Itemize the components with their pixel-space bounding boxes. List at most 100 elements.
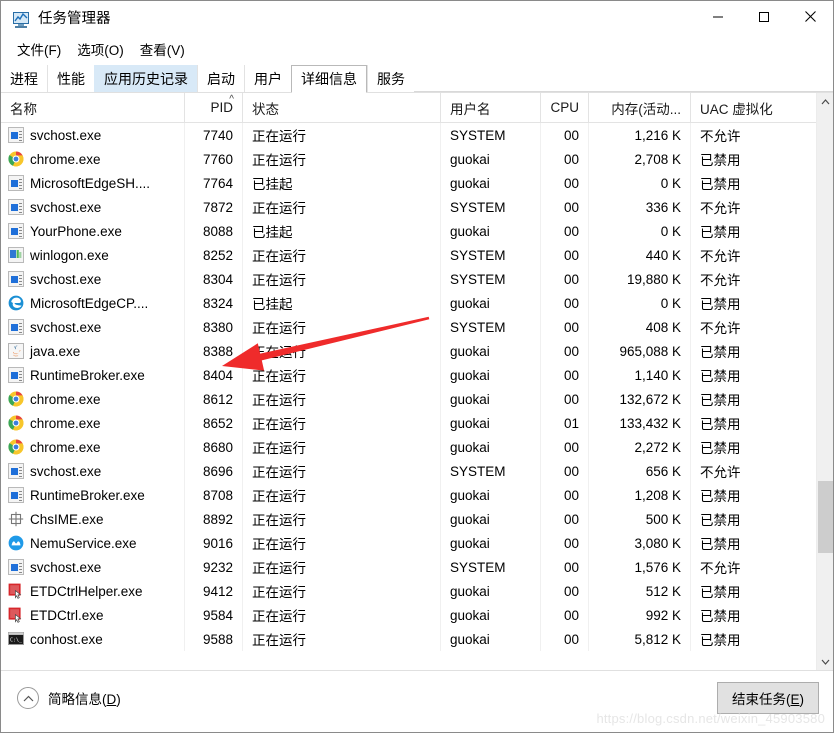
cell-text: guokai	[450, 487, 490, 503]
cell-uac: 已禁用	[691, 579, 818, 603]
table-row[interactable]: ChsIME.exe 8892 正在运行 guokai 00 500 K 已禁用	[1, 507, 833, 531]
cell-memory: 656 K	[589, 459, 691, 483]
cell-text: 正在运行	[252, 609, 306, 624]
cell-user: guokai	[441, 627, 541, 651]
cell-text: 00	[563, 367, 579, 383]
table-row[interactable]: NemuService.exe 9016 正在运行 guokai 00 3,080 K 已禁…	[1, 531, 833, 555]
table-row[interactable]: YourPhone.exe 8088 已挂起 guokai 00 0 K 已禁用	[1, 219, 833, 243]
cell-text: guokai	[450, 367, 490, 383]
column-header-user[interactable]: 用户名	[441, 93, 541, 122]
cell-text: 已挂起	[252, 225, 293, 240]
table-row[interactable]: winlogon.exe 8252 正在运行 SYSTEM 00 440 K 不允许	[1, 243, 833, 267]
column-header-memory[interactable]: 内存(活动...	[589, 93, 691, 122]
cell-text: 00	[563, 271, 579, 287]
table-row[interactable]: svchost.exe 7740 正在运行 SYSTEM 00 1,216 K 不允许	[1, 123, 833, 147]
column-header-label: 用户名	[450, 101, 491, 117]
cell-text: 7872	[202, 199, 233, 215]
table-row[interactable]: svchost.exe 8380 正在运行 SYSTEM 00 408 K 不允许	[1, 315, 833, 339]
tab-6[interactable]: 服务	[367, 65, 414, 92]
cell-uac: 不允许	[691, 123, 818, 147]
cell-text: guokai	[450, 415, 490, 431]
chevron-up-icon	[17, 687, 39, 709]
table-row[interactable]: chrome.exe 8612 正在运行 guokai 00 132,672 K 已禁用	[1, 387, 833, 411]
tab-1[interactable]: 性能	[47, 65, 94, 92]
table-row[interactable]: MicrosoftEdgeSH.... 7764 已挂起 guokai 00 0 K 已禁用	[1, 171, 833, 195]
table-row[interactable]: C:\_ conhost.exe 9588 正在运行 guokai 00 5,812 K 已禁…	[1, 627, 833, 651]
table-row[interactable]: ETDCtrl.exe 9584 正在运行 guokai 00 992 K 已禁用	[1, 603, 833, 627]
cell-status: 正在运行	[243, 387, 441, 411]
cell-text: 已禁用	[700, 345, 741, 360]
tab-strip: 进程 性能 应用历史记录 启动 用户 详细信息 服务	[1, 64, 833, 93]
table-row[interactable]: chrome.exe 8680 正在运行 guokai 00 2,272 K 已禁用	[1, 435, 833, 459]
cell-name: YourPhone.exe	[1, 219, 185, 243]
end-task-button[interactable]: 结束任务(E)	[716, 682, 819, 714]
cell-text: 不允许	[700, 465, 741, 480]
tab-0[interactable]: 进程	[1, 65, 47, 92]
cell-pid: 8680	[185, 435, 243, 459]
vertical-scrollbar[interactable]	[816, 93, 833, 670]
cell-uac: 已禁用	[691, 219, 818, 243]
cell-memory: 2,708 K	[589, 147, 691, 171]
cell-uac: 已禁用	[691, 339, 818, 363]
cell-text: 正在运行	[252, 273, 306, 288]
menu-file[interactable]: 文件(F)	[9, 42, 69, 60]
process-name: RuntimeBroker.exe	[30, 367, 145, 383]
scrollbar-thumb[interactable]	[818, 481, 833, 553]
fewer-details-button[interactable]: 简略信息(D)	[17, 687, 121, 709]
table-row[interactable]: chrome.exe 8652 正在运行 guokai 01 133,432 K 已禁用	[1, 411, 833, 435]
cell-user: guokai	[441, 531, 541, 555]
cell-text: 00	[563, 247, 579, 263]
cell-cpu: 01	[541, 411, 589, 435]
cell-uac: 不允许	[691, 315, 818, 339]
generic-app-icon	[8, 367, 24, 383]
cell-text: 00	[563, 439, 579, 455]
column-header-name[interactable]: 名称	[1, 93, 185, 122]
table-row[interactable]: ETDCtrlHelper.exe 9412 正在运行 guokai 00 512 K 已禁…	[1, 579, 833, 603]
tab-4[interactable]: 用户	[244, 65, 291, 92]
cell-cpu: 00	[541, 267, 589, 291]
cell-text: 已禁用	[700, 585, 741, 600]
cell-pid: 8304	[185, 267, 243, 291]
touchpad-icon	[8, 583, 24, 599]
process-name: YourPhone.exe	[30, 223, 122, 239]
process-name: chrome.exe	[30, 439, 101, 455]
table-row[interactable]: java.exe 8388 正在运行 guokai 00 965,088 K 已禁用	[1, 339, 833, 363]
menu-view[interactable]: 查看(V)	[132, 42, 193, 60]
cell-name: svchost.exe	[1, 459, 185, 483]
maximize-button[interactable]	[741, 1, 787, 32]
cell-memory: 1,208 K	[589, 483, 691, 507]
table-row[interactable]: svchost.exe 8696 正在运行 SYSTEM 00 656 K 不允许	[1, 459, 833, 483]
column-header-pid[interactable]: PID ^	[185, 93, 243, 122]
cell-text: 已禁用	[700, 225, 741, 240]
scroll-down-button[interactable]	[817, 653, 833, 670]
cell-status: 正在运行	[243, 435, 441, 459]
cell-cpu: 00	[541, 531, 589, 555]
tab-2[interactable]: 应用历史记录	[94, 65, 197, 92]
table-row[interactable]: svchost.exe 8304 正在运行 SYSTEM 00 19,880 K 不允许	[1, 267, 833, 291]
table-row[interactable]: svchost.exe 7872 正在运行 SYSTEM 00 336 K 不允许	[1, 195, 833, 219]
table-row[interactable]: chrome.exe 7760 正在运行 guokai 00 2,708 K 已禁用	[1, 147, 833, 171]
column-header-status[interactable]: 状态	[243, 93, 441, 122]
table-row[interactable]: MicrosoftEdgeCP.... 8324 已挂起 guokai 00 0 K 已禁用	[1, 291, 833, 315]
cell-pid: 7764	[185, 171, 243, 195]
cell-text: guokai	[450, 175, 490, 191]
table-row[interactable]: RuntimeBroker.exe 8404 正在运行 guokai 00 1,140 K…	[1, 363, 833, 387]
minimize-button[interactable]	[695, 1, 741, 32]
tab-5[interactable]: 详细信息	[291, 65, 367, 93]
cell-text: 正在运行	[252, 369, 306, 384]
column-header-cpu[interactable]: CPU	[541, 93, 589, 122]
cell-pid: 8404	[185, 363, 243, 387]
cell-uac: 已禁用	[691, 603, 818, 627]
menu-options[interactable]: 选项(O)	[69, 42, 132, 60]
table-row[interactable]: RuntimeBroker.exe 8708 正在运行 guokai 00 1,208 K…	[1, 483, 833, 507]
column-header-uac[interactable]: UAC 虚拟化	[691, 93, 818, 122]
scroll-up-button[interactable]	[817, 93, 833, 110]
cell-status: 正在运行	[243, 579, 441, 603]
cell-cpu: 00	[541, 555, 589, 579]
table-row[interactable]: svchost.exe 9232 正在运行 SYSTEM 00 1,576 K 不允许	[1, 555, 833, 579]
column-header-label: UAC 虚拟化	[700, 101, 773, 117]
close-button[interactable]	[787, 1, 833, 32]
cell-status: 正在运行	[243, 483, 441, 507]
tab-3[interactable]: 启动	[197, 65, 244, 92]
tab-label: 应用历史记录	[104, 70, 188, 87]
